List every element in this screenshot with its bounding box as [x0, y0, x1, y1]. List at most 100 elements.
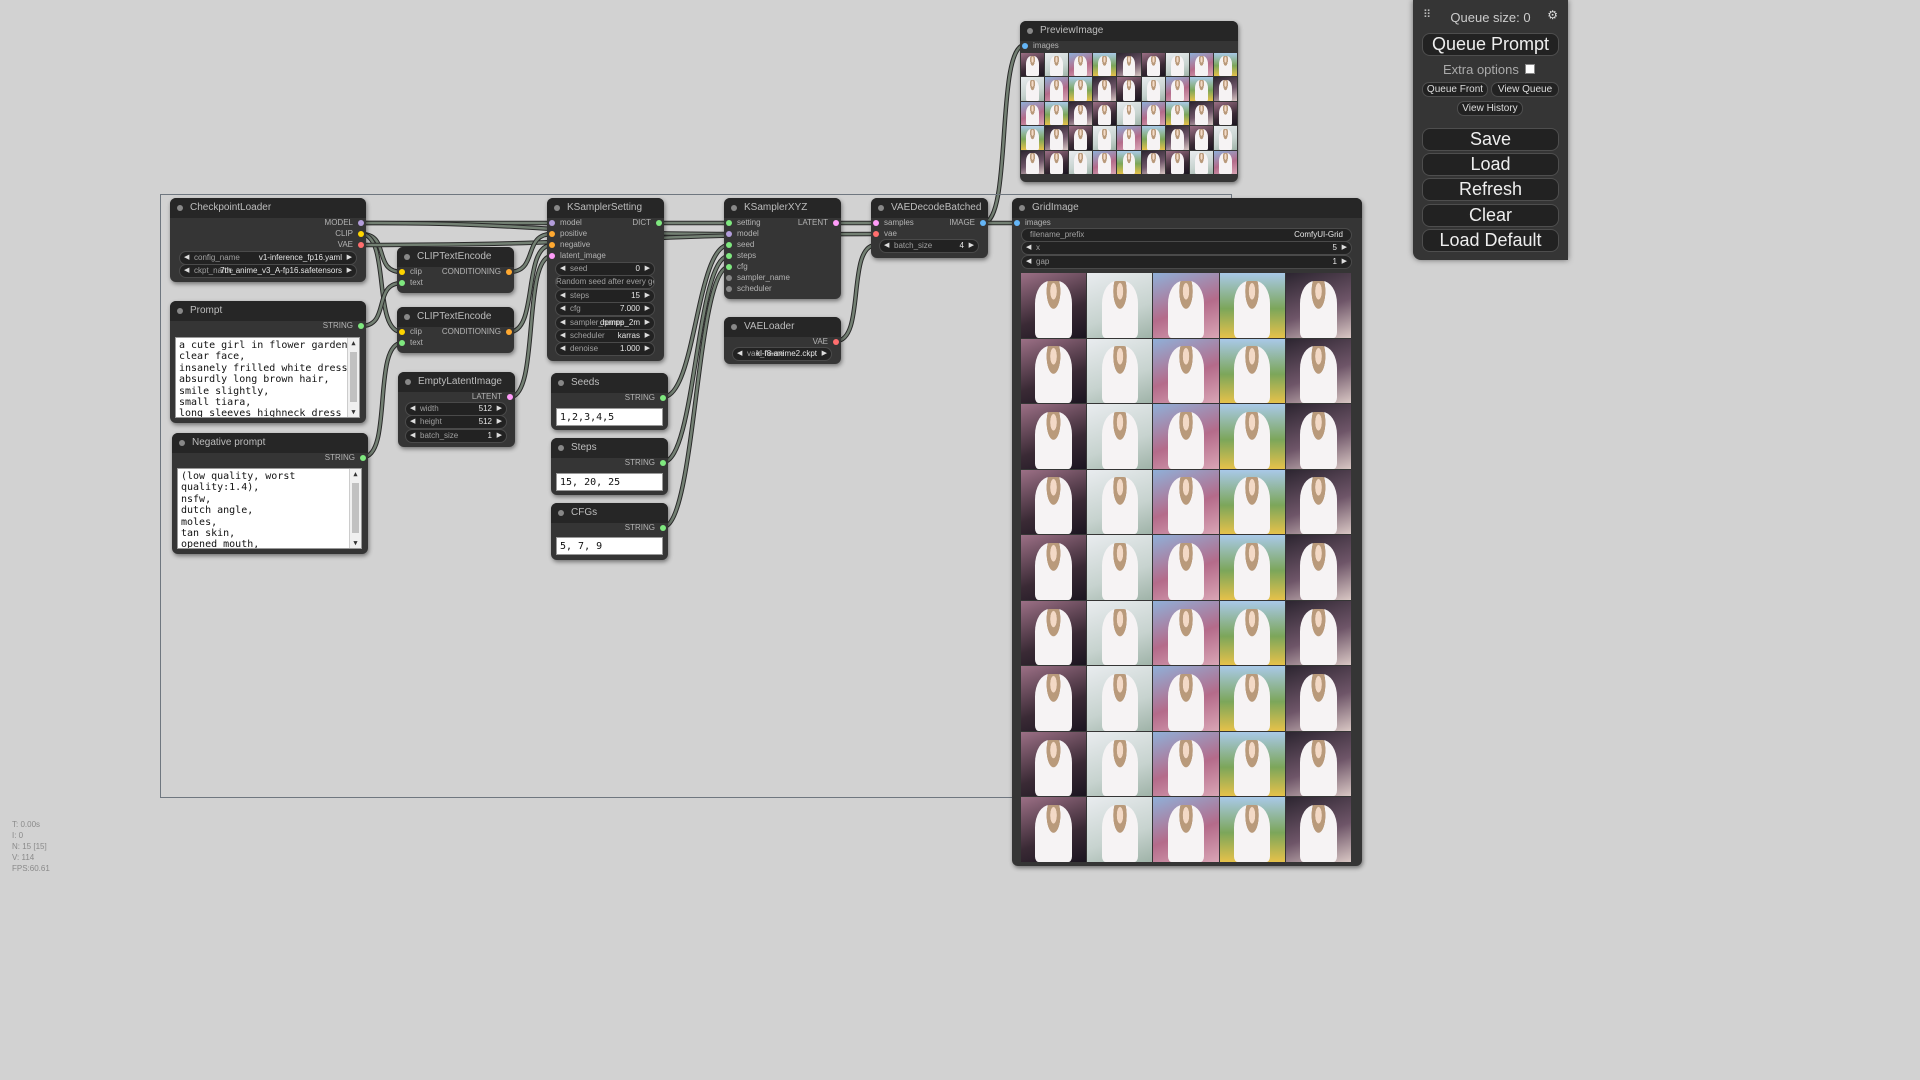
- input-slot-images[interactable]: images: [1020, 40, 1059, 52]
- image-thumbnail[interactable]: [1153, 338, 1219, 404]
- right-arrow-icon[interactable]: ▶: [969, 240, 974, 252]
- slot-dot-icon[interactable]: [833, 339, 839, 345]
- image-thumbnail[interactable]: [1021, 535, 1087, 600]
- image-thumbnail[interactable]: [1117, 126, 1141, 150]
- image-thumbnail[interactable]: [1213, 77, 1237, 101]
- image-thumbnail[interactable]: [1021, 273, 1087, 338]
- settings-gear-icon[interactable]: ⚙: [1547, 8, 1558, 22]
- output-slot-string[interactable]: STRING: [625, 522, 668, 534]
- image-thumbnail[interactable]: [1069, 53, 1093, 77]
- image-thumbnail[interactable]: [1285, 273, 1351, 338]
- image-thumbnail[interactable]: [1021, 600, 1087, 666]
- grid-image-output[interactable]: [1021, 273, 1351, 862]
- config-name-combo[interactable]: ◀ config_name v1-inference_fp16.yaml ▶: [179, 251, 357, 265]
- image-thumbnail[interactable]: [1219, 404, 1285, 469]
- save-button[interactable]: Save: [1422, 128, 1559, 151]
- left-arrow-icon[interactable]: ◀: [410, 403, 415, 415]
- left-arrow-icon[interactable]: ◀: [560, 303, 565, 315]
- slot-dot-icon[interactable]: [726, 242, 732, 248]
- grid-image-node[interactable]: GridImage images filename_prefix ComfyUI-…: [1012, 198, 1362, 866]
- image-thumbnail[interactable]: [1021, 469, 1087, 535]
- refresh-button[interactable]: Refresh: [1422, 178, 1559, 201]
- image-thumbnail[interactable]: [1021, 126, 1045, 150]
- collapse-dot-icon[interactable]: [731, 205, 737, 211]
- slot-dot-icon[interactable]: [549, 253, 555, 259]
- image-thumbnail[interactable]: [1021, 150, 1045, 174]
- collapse-dot-icon[interactable]: [177, 205, 183, 211]
- node-title-bar[interactable]: VAEDecodeBatched: [871, 198, 988, 218]
- image-thumbnail[interactable]: [1213, 150, 1237, 174]
- image-thumbnail[interactable]: [1045, 101, 1069, 126]
- image-thumbnail[interactable]: [1285, 469, 1351, 535]
- left-arrow-icon[interactable]: ◀: [410, 416, 415, 428]
- scheduler-combo[interactable]: ◀ scheduler karras ▶: [555, 329, 655, 343]
- load-default-button[interactable]: Load Default: [1422, 229, 1559, 252]
- slot-dot-icon[interactable]: [660, 525, 666, 531]
- seeds-node[interactable]: Seeds STRING 1,2,3,4,5: [551, 373, 668, 430]
- image-thumbnail[interactable]: [1165, 53, 1189, 77]
- image-thumbnail[interactable]: [1045, 53, 1069, 77]
- image-thumbnail[interactable]: [1087, 600, 1153, 666]
- image-thumbnail[interactable]: [1189, 150, 1213, 174]
- slot-dot-icon[interactable]: [726, 253, 732, 259]
- preview-image-node[interactable]: PreviewImage images: [1020, 21, 1238, 182]
- image-thumbnail[interactable]: [1021, 731, 1087, 797]
- denoise-number-widget[interactable]: ◀ denoise 1.000 ▶: [555, 342, 655, 356]
- image-thumbnail[interactable]: [1153, 404, 1219, 469]
- node-title-bar[interactable]: KSamplerXYZ: [724, 198, 841, 218]
- collapse-dot-icon[interactable]: [558, 445, 564, 451]
- collapse-dot-icon[interactable]: [179, 440, 185, 446]
- collapse-dot-icon[interactable]: [554, 205, 560, 211]
- right-arrow-icon[interactable]: ▶: [645, 303, 650, 315]
- slot-dot-icon[interactable]: [399, 269, 405, 275]
- input-slot-text[interactable]: text: [397, 337, 423, 349]
- image-thumbnail[interactable]: [1219, 666, 1285, 731]
- slot-dot-icon[interactable]: [549, 220, 555, 226]
- slot-dot-icon[interactable]: [506, 329, 512, 335]
- node-title-bar[interactable]: GridImage: [1012, 198, 1362, 218]
- image-thumbnail[interactable]: [1087, 535, 1153, 600]
- collapse-dot-icon[interactable]: [558, 380, 564, 386]
- cfg-number-widget[interactable]: ◀ cfg 7.000 ▶: [555, 302, 655, 316]
- cfgs-node[interactable]: CFGs STRING 5, 7, 9: [551, 503, 668, 560]
- image-thumbnail[interactable]: [1219, 273, 1285, 338]
- slot-dot-icon[interactable]: [726, 286, 732, 292]
- image-thumbnail[interactable]: [1087, 338, 1153, 404]
- ksampler-xyz-node[interactable]: KSamplerXYZ setting model seed steps cfg…: [724, 198, 841, 299]
- negative-prompt-node[interactable]: Negative prompt STRING (low quality, wor…: [172, 433, 368, 554]
- collapse-dot-icon[interactable]: [405, 379, 411, 385]
- image-thumbnail[interactable]: [1153, 600, 1219, 666]
- slot-dot-icon[interactable]: [358, 242, 364, 248]
- right-arrow-icon[interactable]: ▶: [645, 343, 650, 355]
- node-title-bar[interactable]: CFGs: [551, 503, 668, 523]
- right-arrow-icon[interactable]: ▶: [347, 265, 352, 277]
- image-thumbnail[interactable]: [1141, 101, 1165, 126]
- image-thumbnail[interactable]: [1153, 797, 1219, 862]
- ckpt-name-combo[interactable]: ◀ ckpt_name 7th_anime_v3_A-fp16.safetensor…: [179, 264, 357, 278]
- ksampler-setting-node[interactable]: KSamplerSetting model positive negative …: [547, 198, 664, 361]
- prompt-textarea[interactable]: a cute girl in flower garden, clear face…: [175, 337, 360, 418]
- slot-dot-icon[interactable]: [660, 460, 666, 466]
- image-thumbnail[interactable]: [1165, 126, 1189, 150]
- view-history-button[interactable]: View History: [1457, 101, 1523, 116]
- output-slot-string[interactable]: STRING: [625, 457, 668, 469]
- image-thumbnail[interactable]: [1219, 338, 1285, 404]
- collapse-dot-icon[interactable]: [1027, 28, 1033, 34]
- control-after-generate-toggle[interactable]: Random seed after every gen: [555, 275, 655, 289]
- node-title-bar[interactable]: Negative prompt: [172, 433, 368, 453]
- image-thumbnail[interactable]: [1117, 150, 1141, 174]
- left-arrow-icon[interactable]: ◀: [560, 317, 565, 329]
- image-thumbnail[interactable]: [1021, 797, 1087, 862]
- left-arrow-icon[interactable]: ◀: [884, 240, 889, 252]
- slot-dot-icon[interactable]: [726, 275, 732, 281]
- image-thumbnail[interactable]: [1153, 731, 1219, 797]
- image-thumbnail[interactable]: [1189, 126, 1213, 150]
- left-arrow-icon[interactable]: ◀: [410, 430, 415, 442]
- load-button[interactable]: Load: [1422, 153, 1559, 176]
- output-slot-latent[interactable]: LATENT: [798, 217, 841, 229]
- filename-prefix-field[interactable]: filename_prefix ComfyUI-Grid: [1021, 228, 1352, 242]
- image-thumbnail[interactable]: [1087, 273, 1153, 338]
- scrollbar-thumb[interactable]: [350, 352, 357, 402]
- scrollbar-thumb[interactable]: [352, 483, 359, 533]
- input-slot-text[interactable]: text: [397, 277, 423, 289]
